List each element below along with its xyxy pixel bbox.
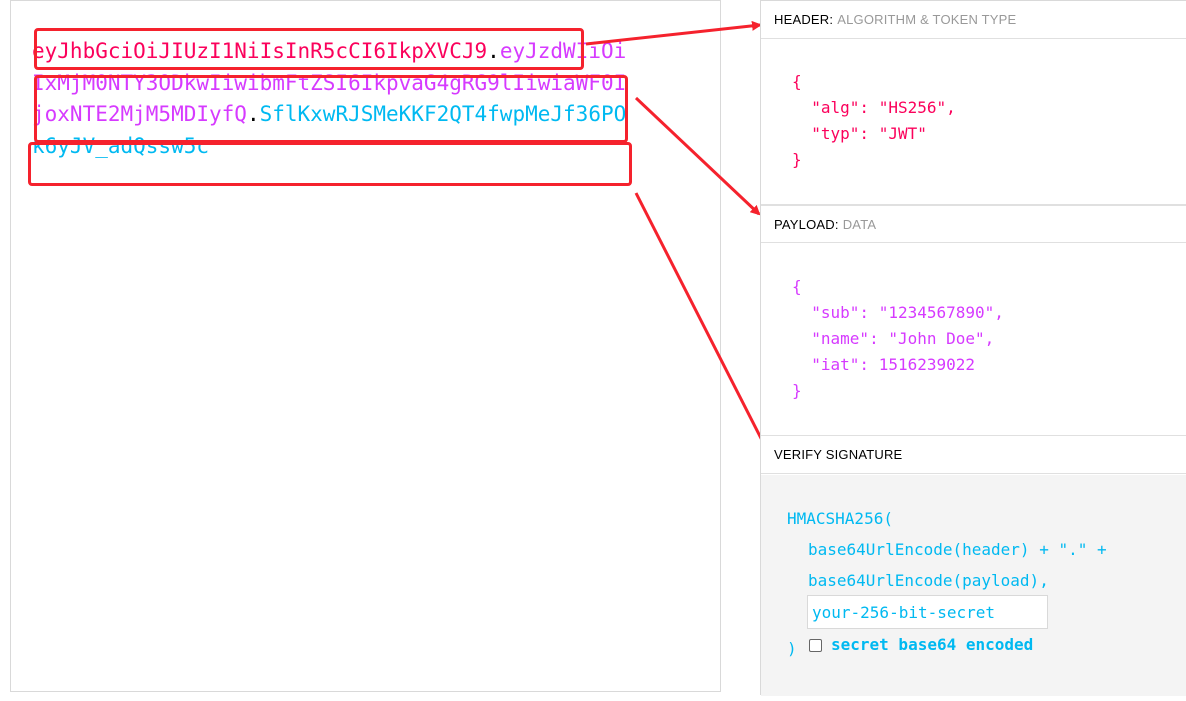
header-section-title: HEADER: ALGORITHM & TOKEN TYPE [761, 1, 1186, 39]
signature-payload-encode: base64UrlEncode(payload), [808, 571, 1049, 590]
payload-json-line: "name": "John Doe", [792, 329, 995, 348]
payload-annotation-box [34, 75, 628, 143]
header-json-line: "typ": "JWT" [792, 124, 927, 143]
signature-close-paren: ) [787, 639, 797, 658]
signature-annotation-box [28, 142, 632, 186]
payload-json-line: "iat": 1516239022 [792, 355, 976, 374]
base64-encoded-label[interactable]: secret base64 encoded [831, 635, 1033, 654]
payload-json-line: } [792, 381, 802, 400]
signature-header-encode: base64UrlEncode(header) + "." + [808, 540, 1107, 559]
payload-json-editor[interactable]: { "sub": "1234567890", "name": "John Doe… [761, 244, 1186, 436]
payload-title-label: PAYLOAD: [774, 217, 839, 232]
header-json-editor[interactable]: { "alg": "HS256", "typ": "JWT" } [761, 39, 1186, 205]
signature-verify-body: HMACSHA256( base64UrlEncode(header) + ".… [761, 475, 1186, 696]
signature-section-title: VERIFY SIGNATURE [761, 436, 1186, 474]
header-json-line: { [792, 72, 802, 91]
signature-func-open: HMACSHA256( [787, 509, 893, 528]
secret-input[interactable] [807, 595, 1048, 629]
signature-title-label: VERIFY SIGNATURE [774, 447, 903, 462]
payload-json-line: { [792, 277, 802, 296]
header-json-line: "alg": "HS256", [792, 98, 956, 117]
header-json-line: } [792, 150, 802, 169]
header-subtitle-label: ALGORITHM & TOKEN TYPE [837, 12, 1017, 27]
base64-encoded-checkbox[interactable] [809, 639, 822, 652]
header-annotation-box [34, 28, 584, 70]
payload-subtitle-label: DATA [842, 217, 877, 232]
header-title-label: HEADER: [774, 12, 834, 27]
payload-json-line: "sub": "1234567890", [792, 303, 1004, 322]
decoded-panel: HEADER: ALGORITHM & TOKEN TYPE { "alg": "… [760, 0, 1186, 696]
payload-section-title: PAYLOAD: DATA [761, 205, 1186, 243]
